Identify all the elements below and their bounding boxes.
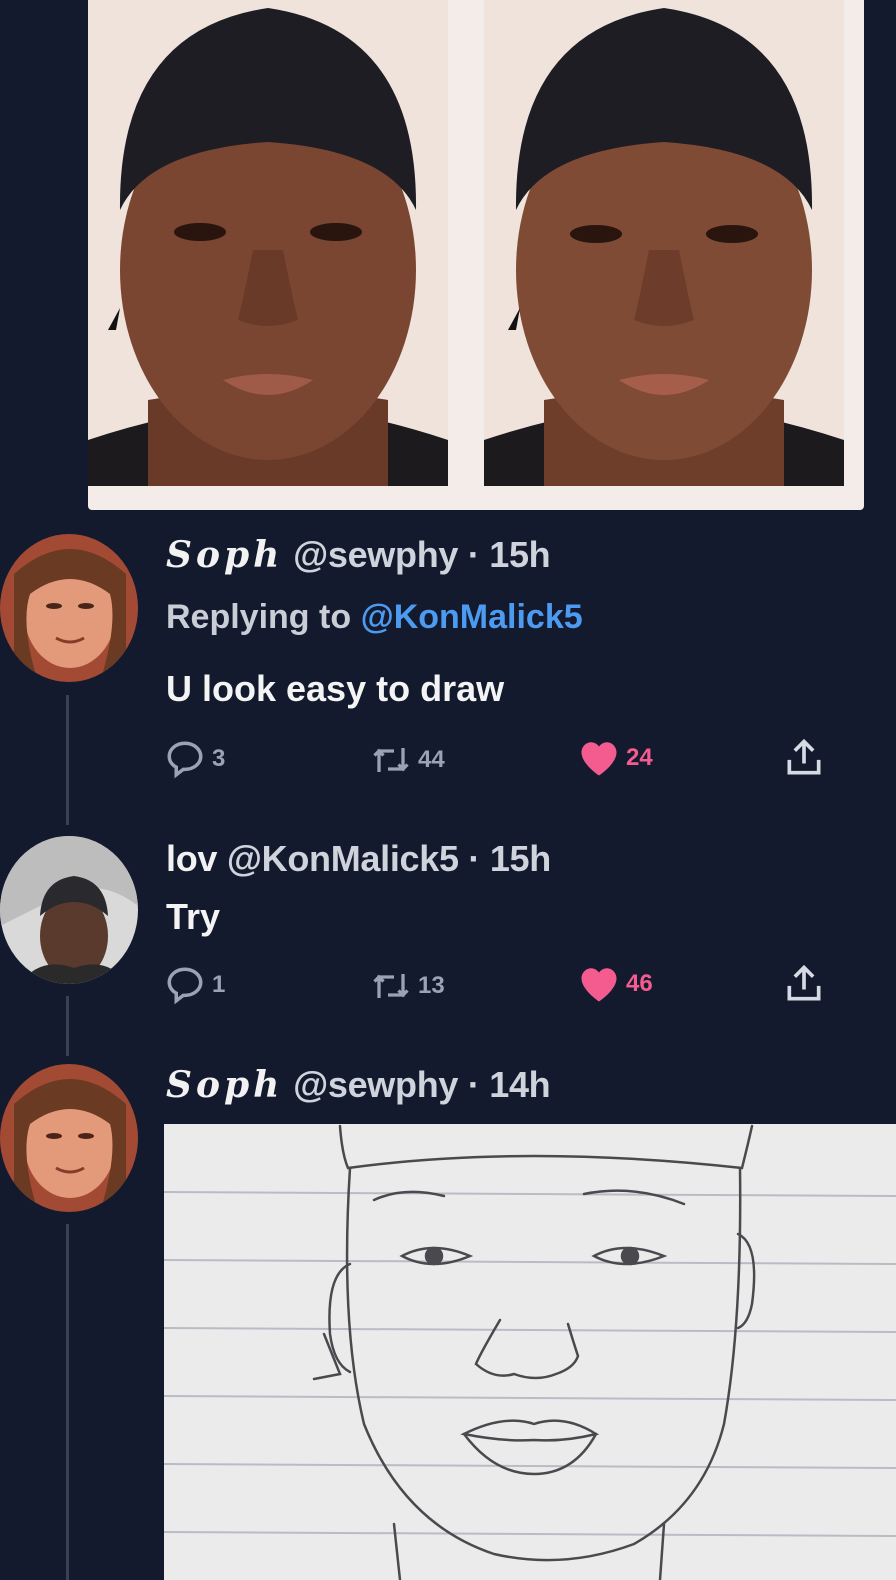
reply-count: 3 [212,745,226,772]
display-name[interactable]: Soph [166,1064,283,1106]
retweet-button[interactable]: 44 [370,742,445,778]
sketch-drawing [164,1124,896,1580]
display-name[interactable]: lov [166,838,217,879]
separator-dot: · [468,838,481,879]
replying-to-mention[interactable]: @KonMalick5 [361,598,583,636]
tweet-text: U look easy to draw [166,668,505,709]
timestamp[interactable]: 15h [490,838,551,879]
handle[interactable]: @sewphy [293,1064,458,1105]
timestamp[interactable]: 14h [489,1064,550,1105]
retweet-icon [373,974,409,998]
share-icon [787,738,821,775]
portrait-photo-right [484,0,844,486]
avatar-soph[interactable] [0,1064,138,1212]
retweet-count: 13 [418,972,445,999]
thread-connector-line [66,1224,69,1580]
retweet-button[interactable]: 13 [370,968,445,1004]
share-icon [787,964,821,1001]
reply-icon [167,741,203,779]
handle[interactable]: @KonMalick5 [227,838,459,879]
avatar-soph[interactable] [0,534,138,682]
separator-dot: · [467,1064,480,1105]
reply-button[interactable]: 1 [164,964,225,1006]
timestamp[interactable]: 15h [489,534,550,575]
tweet-media-sketch[interactable] [164,1124,896,1580]
retweet-count: 44 [418,746,445,773]
separator-dot: · [467,534,480,575]
tweet-text: Try [166,896,221,937]
tweet-header: lov @KonMalick5 · 15h [166,838,551,880]
display-name[interactable]: Soph [166,534,283,576]
like-button[interactable]: 46 [578,964,653,1004]
like-count: 46 [626,970,653,997]
tweet-header: Soph @sewphy · 15h [166,534,551,576]
reply-icon [167,967,203,1005]
tweet-header: Soph @sewphy · 14h [166,1064,551,1106]
thread-connector-line [66,695,69,825]
replying-to: Replying to @KonMalick5 [166,598,583,637]
avatar-lov[interactable] [0,836,138,984]
reply-button[interactable]: 3 [164,738,225,780]
handle[interactable]: @sewphy [293,534,458,575]
thread-connector-line [66,996,69,1056]
reply-count: 1 [212,971,226,998]
like-count: 24 [626,744,653,771]
share-button[interactable] [782,962,826,1006]
portrait-photo-left [88,0,448,486]
tweet-media-photo[interactable] [88,0,864,510]
like-button[interactable]: 24 [578,738,653,778]
share-button[interactable] [782,736,826,780]
retweet-icon [373,748,409,772]
replying-to-label: Replying to [166,598,352,636]
heart-icon [581,742,617,776]
heart-icon [581,968,617,1002]
